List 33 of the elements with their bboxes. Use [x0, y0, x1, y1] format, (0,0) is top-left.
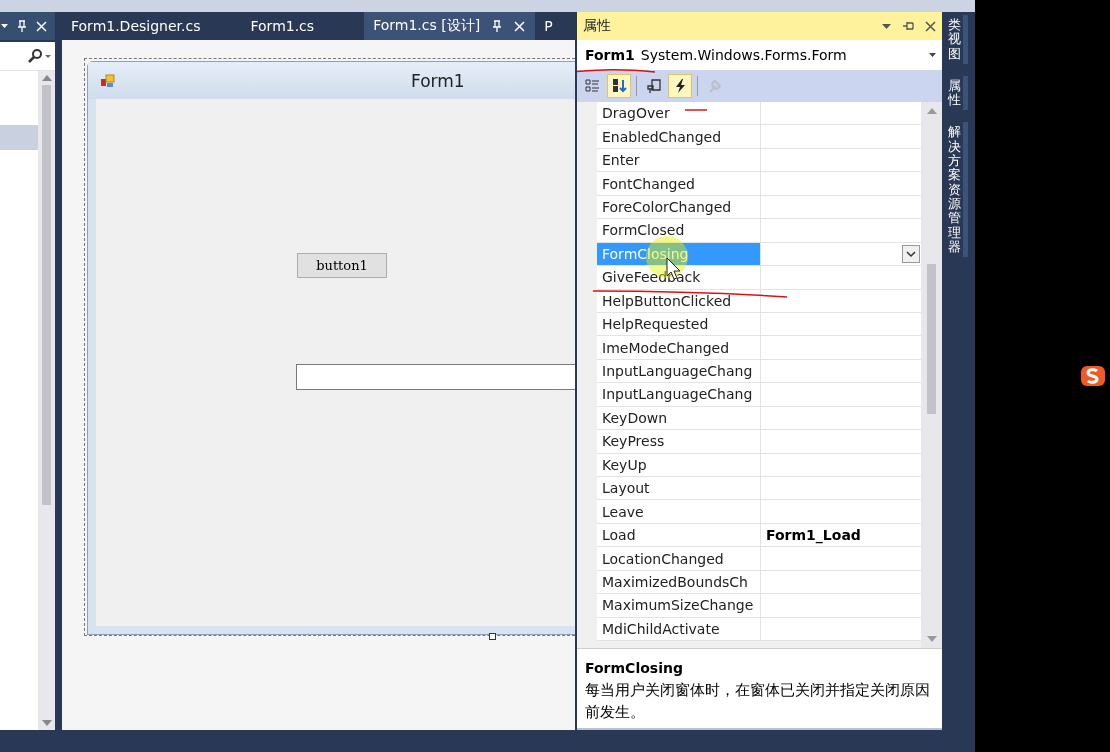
editor-tab[interactable]: Form1.cs: [210, 12, 365, 40]
scroll-up-icon[interactable]: [41, 75, 52, 81]
close-icon[interactable]: [925, 20, 936, 32]
resize-handle[interactable]: [489, 633, 496, 640]
side-tab[interactable]: 属性: [946, 75, 968, 111]
caret-icon[interactable]: [882, 23, 891, 29]
lightning-icon[interactable]: [668, 74, 692, 98]
panel-title: 属性: [583, 17, 612, 35]
ime-icon[interactable]: [1080, 363, 1106, 389]
event-name[interactable]: Load: [597, 523, 761, 547]
description-title: FormClosing: [585, 660, 684, 676]
sort-icon[interactable]: [607, 74, 631, 98]
scroll-thumb[interactable]: [927, 264, 936, 414]
event-value[interactable]: Form1_Load: [761, 523, 921, 547]
form-button[interactable]: button1: [297, 253, 387, 278]
text-box[interactable]: [296, 364, 575, 390]
side-tab[interactable]: 解决方案资源管理器: [946, 122, 968, 258]
description-text: 每当用户关闭窗体时，在窗体已关闭并指定关闭原因前发生。: [585, 681, 930, 722]
side-tab[interactable]: 类视图: [946, 15, 968, 64]
form-title: Form1: [411, 70, 465, 91]
caret-icon[interactable]: [929, 53, 936, 57]
editor-tab[interactable]: Form1.Designer.cs: [62, 12, 211, 40]
scroll-down-icon[interactable]: [41, 720, 52, 726]
search-icon[interactable]: [28, 49, 42, 63]
form-icon: [100, 72, 116, 89]
form-window[interactable]: Form1 button1: [87, 61, 575, 635]
caret-icon[interactable]: [1, 24, 8, 28]
editor-tab[interactable]: P: [535, 12, 563, 40]
annotation-stroke: [684, 109, 708, 111]
pin-icon[interactable]: [902, 21, 914, 31]
dropdown-button[interactable]: [902, 244, 920, 263]
object-selector[interactable]: Form1 System.Windows.Forms.Form: [577, 40, 942, 70]
caret-icon[interactable]: [45, 54, 51, 58]
